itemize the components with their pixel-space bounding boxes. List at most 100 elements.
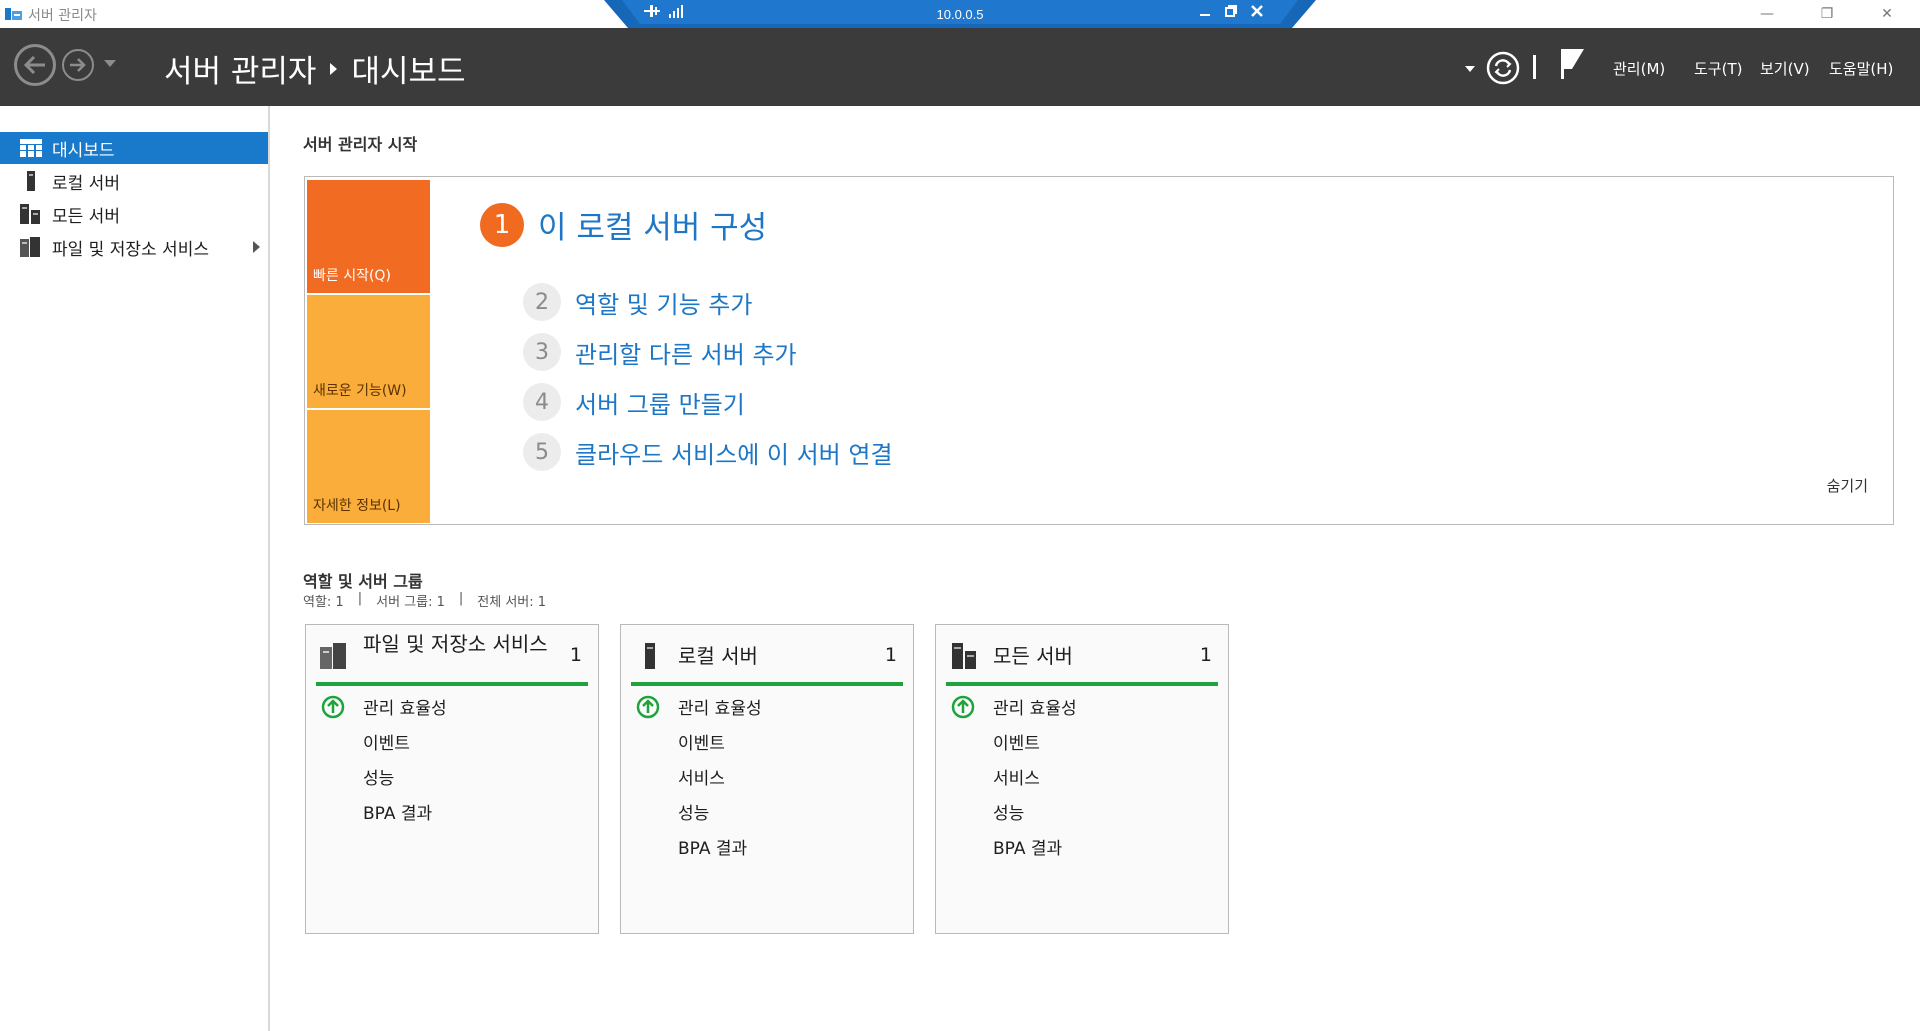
close-button[interactable]: ✕ xyxy=(1864,0,1910,28)
step-number: 5 xyxy=(523,433,561,471)
sidebar: 대시보드 로컬 서버 모든 서버 파일 및 저장소 서비스 xyxy=(0,106,270,1031)
menu-view[interactable]: 보기(V) xyxy=(1760,58,1810,79)
card-row-bpa[interactable]: BPA 결과 xyxy=(363,799,432,824)
card-row-bpa[interactable]: BPA 결과 xyxy=(993,834,1062,859)
step-link[interactable]: 클라우드 서비스에 이 서버 연결 xyxy=(575,435,893,470)
status-up-icon xyxy=(636,695,660,719)
card-row-events[interactable]: 이벤트 xyxy=(993,729,1040,754)
history-dropdown-icon[interactable] xyxy=(104,60,116,67)
card-all-servers[interactable]: 모든 서버 1 관리 효율성 이벤트 서비스 성능 BPA 결과 xyxy=(935,624,1229,934)
rdp-restore-icon[interactable] xyxy=(1224,4,1244,24)
card-local-server[interactable]: 로컬 서버 1 관리 효율성 이벤트 서비스 성능 BPA 결과 xyxy=(620,624,914,934)
sidebar-item-label: 파일 및 저장소 서비스 xyxy=(52,239,209,260)
roles-stats: 역할: 1 | 서버 그룹: 1 | 전체 서버: 1 xyxy=(303,591,546,610)
status-up-icon xyxy=(321,695,345,719)
forward-arrow-icon xyxy=(70,58,86,72)
rdp-minimize-icon[interactable] xyxy=(1198,4,1218,24)
card-title[interactable]: 로컬 서버 xyxy=(678,643,873,669)
expand-arrow-icon[interactable] xyxy=(253,241,260,253)
sidebar-item-local-server[interactable]: 로컬 서버 xyxy=(0,165,268,197)
quickstart-panel: 빠른 시작(Q) 새로운 기능(W) 자세한 정보(L) 1 이 로컬 서버 구… xyxy=(304,176,1894,525)
card-status-bar xyxy=(631,682,903,686)
file-storage-icon xyxy=(18,235,44,259)
sidebar-item-all-servers[interactable]: 모든 서버 xyxy=(0,198,268,230)
hide-welcome-link[interactable]: 숨기기 xyxy=(1827,475,1868,496)
card-row-performance[interactable]: 성능 xyxy=(993,799,1024,824)
step-number: 3 xyxy=(523,333,561,371)
step-link[interactable]: 서버 그룹 만들기 xyxy=(575,385,745,420)
app-header: 서버 관리자 대시보드 관리(M) 도구(T) 보기(V) 도움말(H) xyxy=(0,28,1920,106)
server-icon xyxy=(645,643,655,669)
roles-count: 역할: 1 xyxy=(303,595,344,610)
card-row-performance[interactable]: 성능 xyxy=(363,764,394,789)
server-groups-count: 서버 그룹: 1 xyxy=(376,595,445,610)
card-row-services[interactable]: 서비스 xyxy=(678,764,725,789)
stats-separator: | xyxy=(357,591,363,606)
menu-help[interactable]: 도움말(H) xyxy=(1829,58,1893,79)
stats-separator: | xyxy=(458,591,464,606)
rdp-close-icon[interactable] xyxy=(1250,4,1270,24)
dashboard-icon xyxy=(18,136,44,160)
step-connect-cloud-services[interactable]: 5 클라우드 서비스에 이 서버 연결 xyxy=(523,433,893,471)
forward-button[interactable] xyxy=(62,49,94,81)
breadcrumb: 서버 관리자 대시보드 xyxy=(164,46,466,91)
window-title: 서버 관리자 xyxy=(28,8,97,24)
server-manager-app-icon xyxy=(5,8,22,20)
step-link[interactable]: 관리할 다른 서버 추가 xyxy=(575,335,797,370)
minimize-button[interactable]: — xyxy=(1744,0,1790,28)
card-row-manageability[interactable]: 관리 효율성 xyxy=(993,694,1077,719)
sidebar-item-label: 모든 서버 xyxy=(52,206,120,227)
roles-section-title: 역할 및 서버 그룹 xyxy=(303,572,423,591)
card-count: 1 xyxy=(569,644,582,666)
tab-learn-more[interactable]: 자세한 정보(L) xyxy=(307,410,430,523)
breadcrumb-current: 대시보드 xyxy=(351,54,466,90)
servers-icon xyxy=(952,643,976,669)
tab-quick-start[interactable]: 빠른 시작(Q) xyxy=(307,180,430,293)
step-number: 4 xyxy=(523,383,561,421)
card-title[interactable]: 파일 및 저장소 서비스 xyxy=(363,631,558,657)
total-servers-count: 전체 서버: 1 xyxy=(477,595,547,610)
menu-tools[interactable]: 도구(T) xyxy=(1694,58,1742,79)
card-row-services[interactable]: 서비스 xyxy=(993,764,1040,789)
back-arrow-icon xyxy=(23,55,45,75)
card-count: 1 xyxy=(884,644,897,666)
file-storage-icon xyxy=(320,643,346,669)
menu-manage[interactable]: 관리(M) xyxy=(1613,58,1665,79)
breadcrumb-separator-icon xyxy=(330,62,338,75)
card-row-events[interactable]: 이벤트 xyxy=(363,729,410,754)
sidebar-item-dashboard[interactable]: 대시보드 xyxy=(0,132,268,164)
welcome-title: 서버 관리자 시작 xyxy=(303,135,418,154)
servers-icon xyxy=(18,202,44,226)
tab-whats-new[interactable]: 새로운 기능(W) xyxy=(307,295,430,408)
step-create-server-group[interactable]: 4 서버 그룹 만들기 xyxy=(523,383,745,421)
step-link[interactable]: 이 로컬 서버 구성 xyxy=(538,202,767,247)
step-number: 1 xyxy=(480,202,524,247)
header-divider xyxy=(1533,55,1536,79)
step-link[interactable]: 역할 및 기능 추가 xyxy=(575,285,752,320)
card-row-events[interactable]: 이벤트 xyxy=(678,729,725,754)
card-row-manageability[interactable]: 관리 효율성 xyxy=(363,694,447,719)
card-row-bpa[interactable]: BPA 결과 xyxy=(678,834,747,859)
sidebar-item-label: 로컬 서버 xyxy=(52,173,120,194)
notifications-flag-icon[interactable] xyxy=(1558,47,1586,81)
card-file-storage[interactable]: 파일 및 저장소 서비스 1 관리 효율성 이벤트 성능 BPA 결과 xyxy=(305,624,599,934)
step-configure-local-server[interactable]: 1 이 로컬 서버 구성 xyxy=(480,202,767,247)
card-status-bar xyxy=(946,682,1218,686)
card-row-performance[interactable]: 성능 xyxy=(678,799,709,824)
sidebar-item-label: 대시보드 xyxy=(52,140,115,161)
card-row-manageability[interactable]: 관리 효율성 xyxy=(678,694,762,719)
step-add-roles-features[interactable]: 2 역할 및 기능 추가 xyxy=(523,283,752,321)
card-count: 1 xyxy=(1199,644,1212,666)
step-add-other-servers[interactable]: 3 관리할 다른 서버 추가 xyxy=(523,333,797,371)
remote-connection-bar: 10.0.0.5 xyxy=(604,0,1316,28)
status-up-icon xyxy=(951,695,975,719)
card-title[interactable]: 모든 서버 xyxy=(993,643,1188,669)
back-button[interactable] xyxy=(14,44,56,86)
header-dropdown-icon[interactable] xyxy=(1465,66,1475,72)
breadcrumb-root[interactable]: 서버 관리자 xyxy=(164,46,316,91)
step-number: 2 xyxy=(523,283,561,321)
sidebar-item-file-storage[interactable]: 파일 및 저장소 서비스 xyxy=(0,231,268,263)
refresh-icon[interactable] xyxy=(1485,50,1521,86)
card-status-bar xyxy=(316,682,588,686)
restore-button[interactable]: ❐ xyxy=(1804,0,1850,28)
